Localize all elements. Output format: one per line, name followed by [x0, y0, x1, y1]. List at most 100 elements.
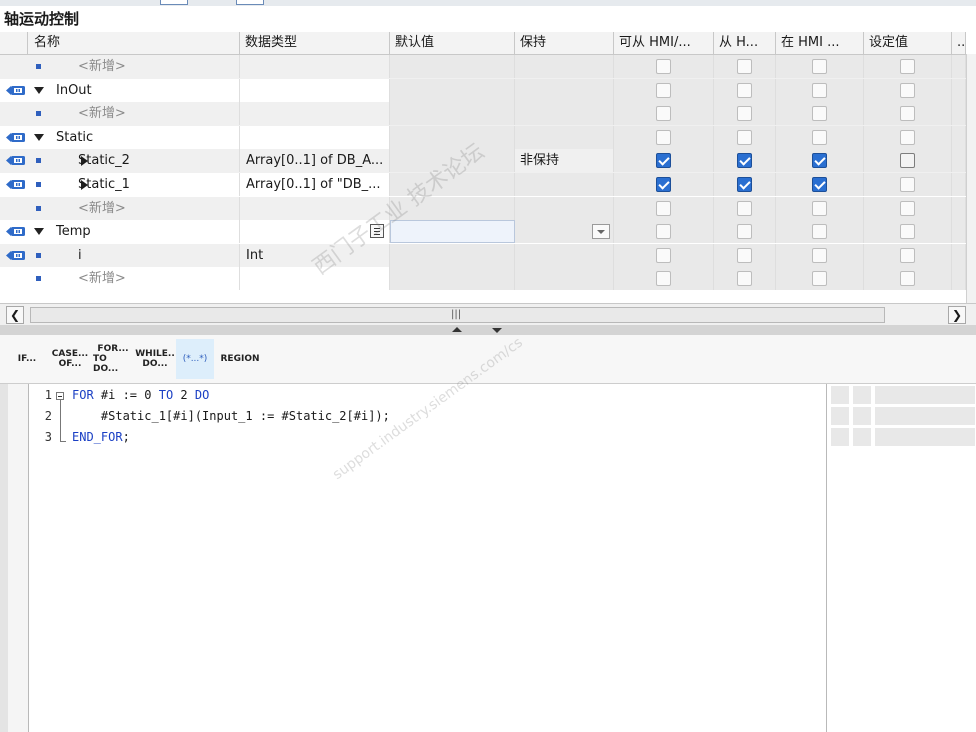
data-type-cell[interactable] — [240, 267, 390, 291]
table-row[interactable]: Static — [0, 125, 966, 150]
table-row[interactable]: Temp — [0, 220, 966, 244]
hmi-visible-checkbox[interactable] — [812, 224, 827, 240]
hmi-visible-checkbox[interactable] — [812, 247, 827, 263]
setpoint-checkbox[interactable] — [900, 59, 915, 74]
code-area[interactable]: 1 FOR #i := 0 TO 2 DO 2 #Static_1[#i](Inpu… — [28, 384, 826, 732]
data-type-cell[interactable] — [240, 78, 390, 102]
name-cell[interactable]: InOut — [28, 78, 240, 102]
name-cell[interactable]: <新增> — [28, 102, 240, 126]
code-line[interactable]: #Static_1[#i](Input_1 := #Static_2[#i]); — [72, 409, 390, 423]
hmi-writable-checkbox[interactable] — [737, 271, 752, 287]
scl-editor[interactable]: 1 FOR #i := 0 TO 2 DO 2 #Static_1[#i](Inpu… — [0, 384, 976, 732]
hmi-writable-checkbox[interactable] — [737, 247, 752, 263]
data-type-cell[interactable] — [240, 102, 390, 126]
hmi-accessible-checkbox[interactable] — [656, 200, 671, 216]
default-value-cell[interactable] — [390, 220, 515, 244]
default-value-cell[interactable] — [390, 125, 515, 149]
hmi-visible-checkbox[interactable] — [812, 200, 827, 216]
setpoint-checkbox[interactable] — [900, 247, 915, 263]
table-row[interactable]: <新增> — [0, 196, 966, 221]
table-row[interactable]: <新增> — [0, 55, 966, 79]
retain-cell[interactable] — [515, 220, 614, 244]
expand-triangle-icon[interactable] — [34, 86, 44, 94]
name-cell[interactable]: Temp — [28, 220, 240, 244]
case-instruction-button[interactable]: CASE... OF... — [50, 339, 90, 379]
hmi-accessible-checkbox[interactable] — [656, 271, 671, 287]
hmi-accessible-checkbox[interactable] — [656, 106, 671, 122]
retain-cell[interactable]: 非保持 — [515, 149, 614, 173]
scroll-right-button[interactable]: ❯ — [948, 306, 966, 324]
vertical-scrollbar[interactable] — [966, 54, 976, 303]
default-value-cell[interactable] — [390, 78, 515, 102]
setpoint-checkbox[interactable] — [900, 153, 915, 169]
setpoint-checkbox[interactable] — [900, 224, 915, 240]
hmi-visible-checkbox[interactable] — [812, 153, 827, 169]
data-type-cell[interactable] — [240, 55, 390, 78]
column-header[interactable]: 保持 — [515, 32, 614, 54]
retain-cell[interactable] — [515, 102, 614, 126]
default-value-cell[interactable] — [390, 102, 515, 126]
table-row[interactable]: <新增> — [0, 267, 966, 291]
data-type-cell[interactable] — [240, 125, 390, 149]
name-cell[interactable]: <新增> — [28, 55, 240, 78]
retain-cell[interactable] — [515, 196, 614, 220]
expand-triangle-icon[interactable] — [34, 228, 44, 236]
comment-instruction-button[interactable]: (*...*) — [176, 339, 214, 379]
column-header[interactable]: 从 H... — [714, 32, 776, 54]
hmi-accessible-checkbox[interactable] — [656, 59, 671, 74]
hmi-accessible-checkbox[interactable] — [656, 177, 671, 192]
table-row[interactable]: InOut — [0, 78, 966, 103]
hmi-accessible-checkbox[interactable] — [656, 247, 671, 263]
while-instruction-button[interactable]: WHILE.. DO... — [135, 339, 175, 379]
table-row[interactable]: Static_1 Array[0..1] of "DB_... — [0, 173, 966, 197]
for-instruction-button[interactable]: FOR... TO DO... — [93, 339, 133, 379]
hmi-visible-checkbox[interactable] — [812, 129, 827, 145]
expand-triangle-icon[interactable] — [34, 133, 44, 141]
column-header[interactable]: 默认值 — [390, 32, 515, 54]
retain-cell[interactable] — [515, 78, 614, 102]
hmi-writable-checkbox[interactable] — [737, 200, 752, 216]
name-cell[interactable]: i — [28, 243, 240, 267]
column-header[interactable]: ... — [952, 32, 966, 54]
code-line[interactable]: FOR #i := 0 TO 2 DO — [72, 388, 209, 402]
default-value-cell[interactable] — [390, 243, 515, 267]
hmi-writable-checkbox[interactable] — [737, 224, 752, 240]
retain-cell[interactable] — [515, 55, 614, 78]
name-cell[interactable]: <新增> — [28, 196, 240, 220]
hmi-writable-checkbox[interactable] — [737, 82, 752, 98]
setpoint-checkbox[interactable] — [900, 177, 915, 192]
region-instruction-button[interactable]: REGION — [218, 339, 262, 379]
hmi-writable-checkbox[interactable] — [737, 59, 752, 74]
retain-cell[interactable] — [515, 267, 614, 291]
column-header[interactable]: 名称 — [28, 32, 240, 54]
hmi-visible-checkbox[interactable] — [812, 271, 827, 287]
fold-collapse-icon[interactable] — [56, 392, 64, 400]
hmi-accessible-checkbox[interactable] — [656, 129, 671, 145]
column-header[interactable]: 在 HMI ... — [776, 32, 864, 54]
data-type-cell[interactable]: Array[0..1] of "DB_... — [240, 173, 390, 196]
table-row[interactable]: i Int — [0, 243, 966, 268]
expand-down-icon[interactable] — [492, 328, 502, 333]
hmi-visible-checkbox[interactable] — [812, 59, 827, 74]
retain-cell[interactable] — [515, 125, 614, 149]
name-cell[interactable]: Static_1 — [28, 173, 240, 196]
hmi-visible-checkbox[interactable] — [812, 106, 827, 122]
default-value-cell[interactable] — [390, 267, 515, 291]
hmi-accessible-checkbox[interactable] — [656, 224, 671, 240]
name-cell[interactable]: Static_2 — [28, 149, 240, 173]
hmi-writable-checkbox[interactable] — [737, 106, 752, 122]
collapse-up-icon[interactable] — [452, 327, 462, 332]
strip-tab[interactable] — [236, 0, 264, 5]
strip-tab[interactable] — [160, 0, 188, 5]
retain-cell[interactable] — [515, 173, 614, 196]
name-cell[interactable]: Static — [28, 125, 240, 149]
code-line[interactable]: END_FOR; — [72, 430, 130, 444]
hmi-accessible-checkbox[interactable] — [656, 153, 671, 169]
pane-splitter[interactable] — [0, 325, 976, 335]
hmi-writable-checkbox[interactable] — [737, 129, 752, 145]
column-header[interactable]: 设定值 — [864, 32, 952, 54]
scroll-left-button[interactable]: ❮ — [6, 306, 24, 324]
setpoint-checkbox[interactable] — [900, 106, 915, 122]
table-row[interactable]: <新增> — [0, 102, 966, 126]
data-type-cell[interactable]: Array[0..1] of DB_A... — [240, 149, 390, 173]
